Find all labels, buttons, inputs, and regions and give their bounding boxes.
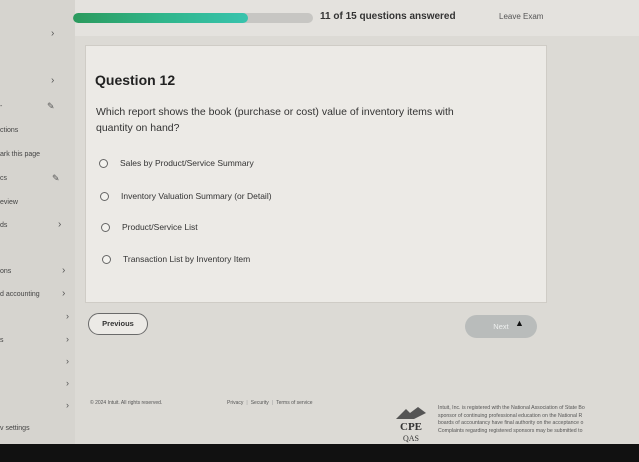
- bottom-edge: [0, 444, 639, 462]
- privacy-link[interactable]: Privacy: [227, 400, 243, 406]
- answer-option-2[interactable]: Inventory Valuation Summary (or Detail): [100, 191, 272, 201]
- chevron-right-icon[interactable]: ›: [66, 311, 69, 321]
- chevron-right-icon[interactable]: ›: [66, 378, 69, 388]
- progress-bar: [73, 13, 313, 23]
- sidebar-item-s[interactable]: s: [0, 337, 4, 344]
- radio-button[interactable]: [102, 254, 111, 264]
- answer-option-label: Product/Service List: [122, 222, 198, 232]
- answer-option-label: Transaction List by Inventory Item: [123, 254, 251, 264]
- pencil-icon[interactable]: ✎: [52, 173, 60, 184]
- sidebar: › › - ✎ ctions ark this page cs ✎ eview …: [0, 0, 75, 462]
- sidebar-item-cs[interactable]: cs: [0, 175, 7, 182]
- chevron-right-icon[interactable]: ›: [62, 288, 65, 299]
- disclaimer-line: Intuit, Inc. is registered with the Nati…: [438, 405, 585, 411]
- sidebar-item-accounting[interactable]: d accounting: [0, 291, 40, 298]
- sidebar-item-actions[interactable]: ctions: [0, 127, 18, 134]
- footer-separator: |: [246, 400, 248, 406]
- radio-button[interactable]: [100, 191, 109, 201]
- question-text: Which report shows the book (purchase or…: [96, 106, 454, 134]
- progress-text: 11 of 15 questions answered: [320, 11, 456, 22]
- answer-option-3[interactable]: Product/Service List: [101, 222, 198, 232]
- disclaimer-text: Intuit, Inc. is registered with the Nati…: [438, 405, 639, 435]
- radio-button[interactable]: [99, 158, 108, 168]
- security-link[interactable]: Security: [251, 400, 269, 406]
- sidebar-item-ds[interactable]: ds: [0, 222, 7, 229]
- footer-separator: |: [271, 400, 274, 406]
- footer-links: Privacy | Security | Terms of service: [227, 400, 313, 406]
- logo-text: CPE: [400, 421, 422, 433]
- answer-option-4[interactable]: Transaction List by Inventory Item: [102, 254, 250, 264]
- answer-option-1[interactable]: Sales by Product/Service Summary: [99, 158, 254, 168]
- copyright-text: © 2024 Intuit. All rights reserved.: [90, 400, 163, 406]
- sidebar-item-settings[interactable]: v settings: [0, 425, 30, 432]
- progress-fill: [73, 13, 249, 23]
- sidebar-item-marker: -: [0, 103, 3, 110]
- cpe-qas-logo: CPE QAS: [396, 407, 426, 443]
- leave-exam-link[interactable]: Leave Exam: [499, 12, 543, 21]
- mouse-cursor-icon: ▲: [515, 318, 524, 328]
- sidebar-item-ons[interactable]: ons: [0, 268, 11, 275]
- disclaimer-line: boards of accountancy have final authori…: [438, 420, 584, 426]
- chevron-right-icon[interactable]: ›: [51, 75, 54, 86]
- chevron-right-icon[interactable]: ›: [58, 219, 61, 230]
- chevron-right-icon[interactable]: ›: [66, 356, 69, 366]
- logo-subtext: QAS: [403, 434, 419, 443]
- pencil-icon[interactable]: ✎: [47, 101, 55, 112]
- disclaimer-line: sponsor of continuing professional educa…: [438, 412, 583, 419]
- sidebar-item-review[interactable]: eview: [0, 199, 18, 206]
- answer-option-label: Inventory Valuation Summary (or Detail): [121, 191, 272, 201]
- next-button[interactable]: Next: [465, 315, 537, 338]
- sidebar-item-mark-page[interactable]: ark this page: [0, 151, 40, 158]
- radio-button[interactable]: [101, 222, 110, 232]
- chevron-right-icon[interactable]: ›: [66, 400, 69, 410]
- chevron-right-icon[interactable]: ›: [66, 334, 69, 344]
- question-title: Question 12: [95, 72, 176, 88]
- disclaimer-line: Complaints regarding registered sponsors…: [438, 427, 583, 434]
- previous-button[interactable]: Previous: [88, 313, 148, 335]
- terms-link[interactable]: Terms of service: [276, 400, 312, 406]
- chevron-right-icon[interactable]: ›: [62, 265, 65, 276]
- chevron-right-icon[interactable]: ›: [51, 28, 54, 39]
- answer-option-label: Sales by Product/Service Summary: [120, 158, 254, 168]
